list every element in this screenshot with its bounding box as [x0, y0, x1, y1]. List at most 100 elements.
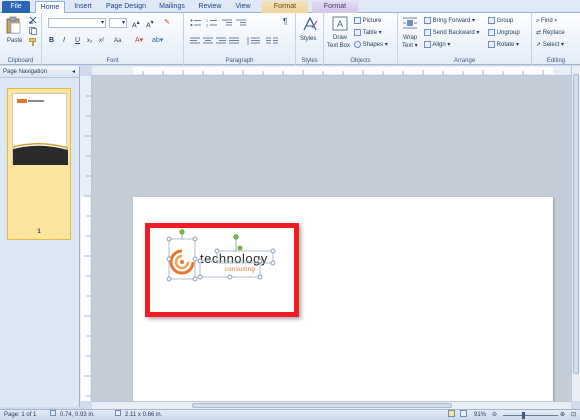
- draw-text-box-label-2[interactable]: Text Box: [327, 42, 350, 50]
- shrink-font-icon[interactable]: A▾: [146, 19, 154, 30]
- tab-view[interactable]: View: [230, 1, 256, 13]
- send-backward-button[interactable]: Send Backward ▾: [424, 29, 479, 37]
- justify-icon[interactable]: [229, 37, 239, 47]
- tab-format-picture-tools[interactable]: Format: [312, 1, 358, 13]
- wrap-text-label-2[interactable]: Text ▾: [402, 42, 418, 50]
- select-arrow-icon: ➚: [536, 42, 542, 48]
- vertical-ruler-ticks: [81, 95, 91, 401]
- format-painter-icon[interactable]: [29, 38, 37, 48]
- group-styles: Styles Styles: [296, 13, 324, 65]
- ungroup-button[interactable]: Ungroup: [488, 29, 520, 37]
- horizontal-ruler[interactable]: [92, 66, 580, 76]
- rotate-icon: [488, 41, 495, 48]
- horizontal-scroll-thumb[interactable]: [192, 403, 452, 408]
- horizontal-ruler-ticks: [133, 67, 553, 75]
- page-navigation-title: Page Navigation: [3, 69, 48, 75]
- ribbon-tab-strip: File Home Insert Page Design Mailings Re…: [0, 0, 580, 14]
- tab-file[interactable]: File: [2, 1, 30, 13]
- document-canvas[interactable]: technology consulting: [92, 76, 571, 401]
- underline-button[interactable]: U: [75, 37, 80, 45]
- vertical-scroll-thumb[interactable]: [573, 74, 579, 374]
- columns-icon[interactable]: [266, 37, 278, 47]
- font-name-combo[interactable]: ▾: [48, 18, 106, 28]
- vertical-scrollbar[interactable]: [571, 66, 580, 401]
- page-thumbnail-image: [12, 93, 69, 165]
- decrease-indent-icon[interactable]: [222, 19, 232, 29]
- text-box-icon[interactable]: A: [332, 16, 348, 33]
- align-button[interactable]: Align ▾: [424, 41, 450, 49]
- tab-page-design[interactable]: Page Design: [101, 1, 151, 13]
- replace-button[interactable]: ⇄ Replace: [536, 29, 565, 37]
- line-spacing-icon[interactable]: [246, 37, 260, 47]
- subscript-button[interactable]: x₂: [87, 37, 92, 45]
- zoom-slider-track[interactable]: [503, 415, 558, 416]
- picture-button[interactable]: Picture: [354, 17, 381, 25]
- red-highlight-box: [145, 223, 299, 317]
- status-zoom-level[interactable]: 91%: [474, 410, 486, 420]
- thumbnail-preview: [12, 99, 69, 165]
- svg-text:1: 1: [206, 19, 208, 23]
- editing-group-label: Editing: [546, 58, 566, 64]
- tab-mailings[interactable]: Mailings: [154, 1, 190, 13]
- binoculars-icon: ⌕: [536, 18, 540, 24]
- select-button[interactable]: ➚ Select ▾: [536, 41, 564, 49]
- highlight-color-icon[interactable]: ab▾: [152, 37, 163, 45]
- group-objects: A Draw Text Box Picture Table ▾ Shapes ▾…: [324, 13, 398, 65]
- arrange-group-label: Arrange: [453, 58, 476, 64]
- find-button[interactable]: ⌕ Find ▾: [536, 17, 557, 25]
- show-formatting-button[interactable]: ¶: [283, 18, 287, 26]
- cut-icon[interactable]: [29, 16, 37, 26]
- status-page-count[interactable]: Page: 1 of 1: [4, 410, 36, 420]
- rotate-button[interactable]: Rotate ▾: [488, 41, 519, 49]
- fit-page-icon[interactable]: ⊡: [571, 410, 576, 420]
- grow-font-icon[interactable]: A▴: [132, 19, 140, 30]
- group-font: ▾ ▾ A▴ A▾ ✎ B I U x₂ x² Aa A▾ ab▾ Font: [42, 13, 184, 65]
- styles-button[interactable]: Styles: [300, 35, 316, 43]
- wrap-text-label-1[interactable]: Wrap: [403, 34, 417, 42]
- paste-button[interactable]: [5, 16, 21, 34]
- paragraph-group-label: Paragraph: [225, 58, 254, 64]
- clear-formatting-icon[interactable]: ✎: [164, 19, 170, 27]
- copy-icon[interactable]: [29, 27, 37, 37]
- align-objects-icon: [424, 41, 431, 48]
- increase-indent-icon[interactable]: [236, 19, 246, 29]
- group-button[interactable]: Group: [488, 17, 513, 25]
- bullets-icon[interactable]: [190, 19, 202, 29]
- shapes-button[interactable]: Shapes ▾: [354, 41, 388, 49]
- status-object-position: 0.74, 0.93 in.: [60, 412, 95, 418]
- horizontal-scrollbar[interactable]: [92, 401, 571, 409]
- status-bar: Page: 1 of 1 0.74, 0.93 in. 2.11 x 0.66 …: [0, 409, 580, 420]
- page-navigation-pane: Page Navigation ◂ 1: [0, 66, 80, 407]
- font-color-icon[interactable]: A▾: [135, 37, 143, 45]
- clipboard-group-label: Clipboard: [7, 58, 34, 64]
- zoom-slider-thumb[interactable]: [522, 412, 525, 419]
- tab-review[interactable]: Review: [193, 1, 227, 13]
- bold-button[interactable]: B: [49, 37, 54, 45]
- page-thumbnail-number: 1: [37, 229, 41, 235]
- status-object-size: 2.11 x 0.66 in.: [125, 412, 163, 418]
- group-icon: [488, 17, 495, 24]
- styles-icon[interactable]: [302, 16, 318, 34]
- zoom-in-icon[interactable]: ⊕: [560, 410, 565, 420]
- wrap-text-icon[interactable]: [403, 16, 417, 33]
- svg-text:2: 2: [206, 24, 208, 28]
- table-button[interactable]: Table ▾: [354, 29, 382, 37]
- collapse-pane-button[interactable]: ◂: [72, 66, 75, 78]
- vertical-ruler[interactable]: [80, 76, 92, 401]
- tab-insert[interactable]: Insert: [69, 1, 97, 13]
- italic-button[interactable]: I: [63, 37, 65, 45]
- align-center-icon[interactable]: [203, 37, 213, 47]
- change-case-button[interactable]: Aa: [114, 37, 121, 45]
- bring-forward-button[interactable]: Bring Forward ▾: [424, 17, 475, 25]
- font-size-combo[interactable]: ▾: [109, 18, 127, 28]
- send-backward-icon: [424, 29, 431, 36]
- zoom-out-icon[interactable]: ⊖: [492, 410, 497, 420]
- align-right-icon[interactable]: [216, 37, 226, 47]
- page-thumbnail-1[interactable]: 1: [7, 88, 71, 240]
- align-left-icon[interactable]: [190, 37, 200, 47]
- draw-text-box-label-1[interactable]: Draw: [333, 34, 347, 42]
- numbering-icon[interactable]: 12: [206, 19, 218, 29]
- superscript-button[interactable]: x²: [99, 37, 104, 45]
- group-paragraph: 12 ¶ Paragraph: [184, 13, 296, 65]
- tab-format-drawing-tools[interactable]: Format: [262, 1, 308, 13]
